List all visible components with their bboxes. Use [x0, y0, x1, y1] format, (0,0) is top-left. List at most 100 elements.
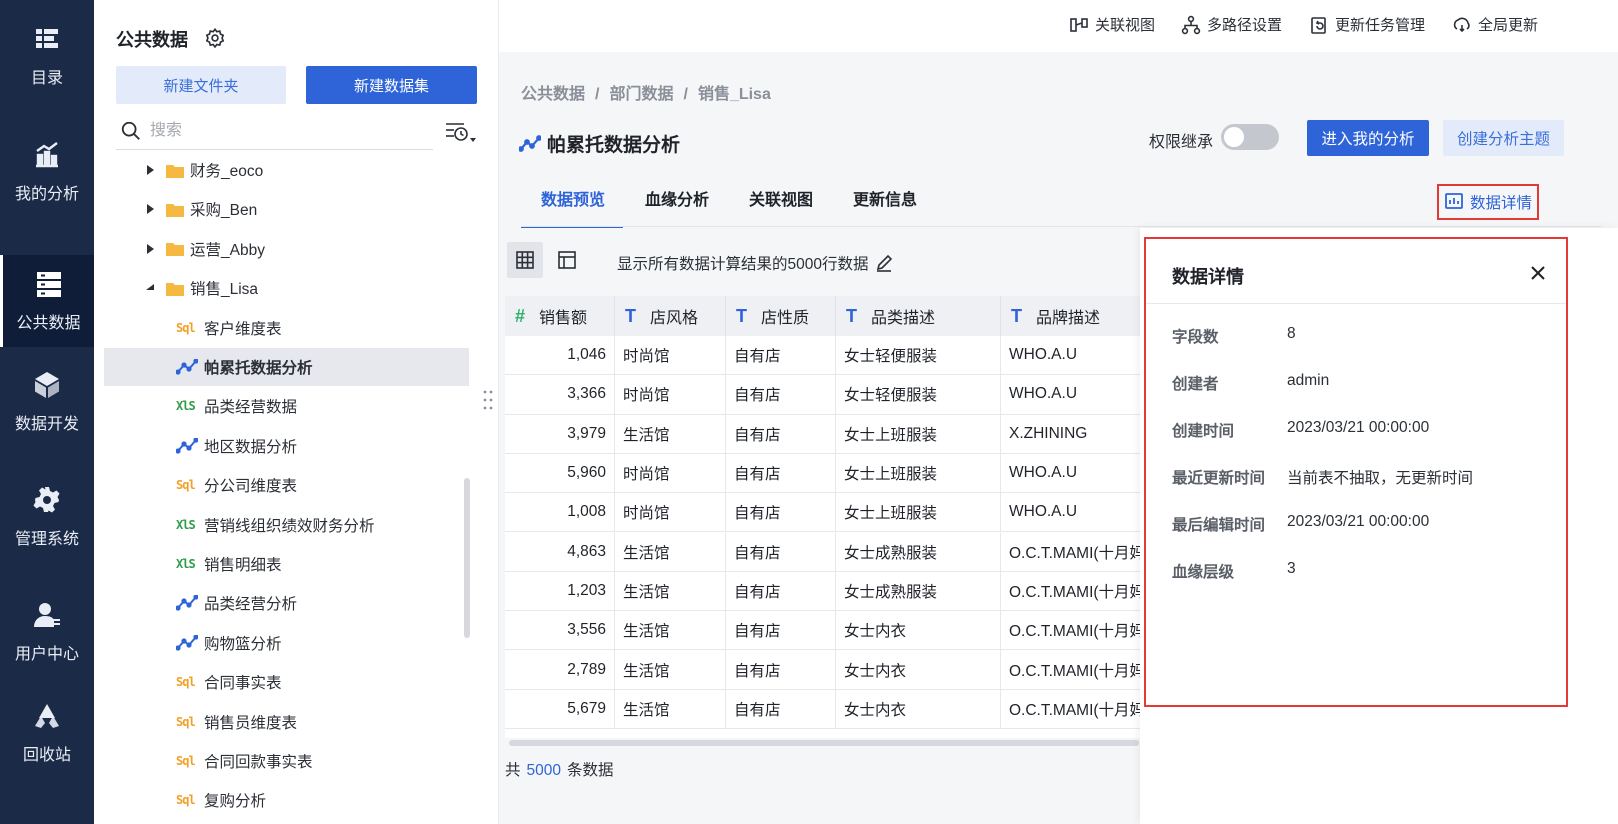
data-detail-button[interactable]: 数据详情 [1437, 184, 1539, 220]
permission-inherit-toggle[interactable] [1221, 124, 1279, 150]
tree-item-label: 销售员维度表 [204, 714, 298, 732]
tree-folder[interactable]: 运营_Abby [104, 230, 469, 268]
tree-folder[interactable]: 销售_Lisa [104, 269, 469, 307]
tree-item[interactable]: XlS 销售明细表 [104, 545, 469, 583]
tab-3[interactable]: 更新信息 [853, 172, 935, 228]
total-count-value: 5000 [526, 762, 561, 779]
tree-item[interactable]: XlS 品类经营数据 [104, 387, 469, 425]
tree-folder[interactable]: 财务_eoco [104, 151, 469, 189]
table-cell: 生活馆 [615, 650, 726, 690]
folder-icon [166, 164, 184, 178]
search-input[interactable] [150, 118, 420, 144]
resource-tree-panel: 公共数据 新建文件夹 新建数据集 财务_eoco 采购_Ben 运营_Abby 销售_… [94, 0, 499, 824]
caret-down-icon[interactable] [144, 282, 156, 294]
tree-item[interactable]: XlS 营销线组织绩效财务分析 [104, 506, 469, 544]
detail-value: admin [1287, 372, 1330, 389]
tree-item-label: 采购_Ben [190, 202, 258, 220]
top-action-label: 多路径设置 [1207, 17, 1283, 34]
tree-item[interactable]: Sql 合同事实表 [104, 663, 469, 701]
table-cell: 自有店 [726, 493, 836, 533]
tab-1[interactable]: 血缘分析 [645, 172, 727, 228]
nav-item-gear[interactable]: 管理系统 [0, 471, 94, 563]
top-action-global-update[interactable]: 全局更新 [1452, 14, 1538, 35]
column-header[interactable]: T 店性质 [726, 296, 836, 336]
tree-item[interactable]: Sql 分公司维度表 [104, 466, 469, 504]
caret-right-icon[interactable] [144, 203, 156, 215]
tree-item-label: 品类经营数据 [204, 399, 298, 417]
nav-item-cube[interactable]: 数据开发 [0, 356, 94, 448]
relation-view-icon [1070, 17, 1088, 32]
tab-0[interactable]: 数据预览 [521, 172, 624, 228]
tab-2[interactable]: 关联视图 [749, 172, 831, 228]
edit-icon[interactable] [874, 253, 894, 273]
permission-inherit-label: 权限继承 [1149, 134, 1214, 151]
create-topic-button[interactable]: 创建分析主题 [1443, 120, 1564, 156]
tabs: 数据预览 血缘分析 关联视图 更新信息 [521, 172, 957, 228]
nav-item-label: 管理系统 [14, 531, 79, 548]
grid-icon [516, 251, 534, 269]
close-icon[interactable] [1528, 263, 1548, 283]
column-header[interactable]: T 品牌描述 [1001, 296, 1145, 336]
xls-icon: XlS [176, 399, 196, 414]
filter-history-icon[interactable] [444, 120, 478, 146]
folder-icon [166, 243, 184, 257]
top-action-relation-view[interactable]: 关联视图 [1069, 14, 1155, 35]
breadcrumb-item[interactable]: 销售_Lisa [698, 86, 771, 103]
nav-item-user[interactable]: 用户中心 [0, 586, 94, 678]
tree-item[interactable]: Sql 合同回款事实表 [104, 742, 469, 780]
horizontal-scrollbar[interactable] [509, 740, 1139, 746]
table-cell: 自有店 [726, 650, 836, 690]
table-cell: 1,203 [505, 571, 615, 612]
tree-folder[interactable]: 采购_Ben [104, 190, 469, 228]
rows-note: 显示所有数据计算结果的5000行数据 [617, 252, 894, 274]
table-cell: 5,960 [505, 453, 615, 494]
table-cell: 女士成熟服装 [836, 532, 1001, 572]
table-cell: 自有店 [726, 611, 836, 651]
column-header[interactable]: T 品类描述 [836, 296, 1001, 336]
nav-item-catalog[interactable]: 目录 [0, 10, 94, 102]
breadcrumb-item[interactable]: 公共数据 [521, 86, 585, 103]
recycle-icon [35, 704, 59, 728]
grid-view-toggle[interactable] [507, 242, 543, 278]
gear-icon[interactable] [204, 27, 226, 49]
tree-item[interactable]: Sql 客户维度表 [104, 309, 469, 347]
tree-item-label: 购物篮分析 [204, 635, 282, 653]
table-cell: 3,366 [505, 375, 615, 415]
resize-handle-icon[interactable] [483, 388, 493, 412]
new-dataset-button[interactable]: 新建数据集 [306, 66, 477, 104]
column-header[interactable]: # 销售额 [505, 296, 615, 336]
tree-scrollbar[interactable] [464, 478, 470, 638]
top-action-update-task[interactable]: 更新任务管理 [1309, 14, 1425, 35]
tree-item[interactable]: 购物篮分析 [104, 624, 469, 662]
tree-item[interactable]: Sql 复购分析 [104, 781, 469, 819]
update-task-icon [1311, 16, 1326, 34]
sql-icon: Sql [176, 754, 196, 768]
total-prefix: 共 [505, 762, 521, 779]
nav-item-analysis[interactable]: 我的分析 [0, 126, 94, 218]
folder-icon [166, 282, 184, 296]
analysis-icon [519, 134, 541, 152]
tree-item[interactable]: Sql 销售员维度表 [104, 703, 469, 741]
tree-item[interactable]: 品类经营分析 [104, 584, 469, 622]
top-action-multi-path[interactable]: 多路径设置 [1181, 14, 1282, 35]
table-cell: WHO.A.U [1001, 336, 1145, 376]
total-suffix: 条数据 [567, 762, 614, 779]
breadcrumb-item[interactable]: 部门数据 [609, 86, 673, 103]
table-cell: O.C.T.MAMI(十月妈 [1001, 690, 1145, 729]
nav-item-recycle[interactable]: 回收站 [0, 668, 94, 798]
new-folder-button[interactable]: 新建文件夹 [116, 66, 286, 104]
column-header[interactable]: T 店风格 [615, 296, 726, 336]
table-cell: 自有店 [726, 414, 836, 454]
sql-icon: Sql [176, 793, 196, 808]
nav-item-public-data[interactable]: 公共数据 [0, 255, 94, 347]
table-view-toggle[interactable] [549, 242, 585, 278]
caret-right-icon[interactable] [144, 243, 156, 255]
caret-right-icon[interactable] [144, 164, 156, 176]
tree-item-label: 分公司维度表 [204, 478, 298, 496]
enter-my-analysis-button[interactable]: 进入我的分析 [1307, 120, 1429, 156]
table-cell: WHO.A.U [1001, 375, 1145, 415]
tree-item[interactable]: 地区数据分析 [104, 427, 469, 465]
tree-item[interactable]: 帕累托数据分析 [104, 348, 469, 386]
breadcrumb-separator: / [683, 86, 688, 103]
data-preview-table: # 销售额 T 店风格 T 店性质 T 品类描述 T 品牌描述 1,046 时尚馆 自有店 女士轻便服装 W… [505, 296, 1145, 738]
